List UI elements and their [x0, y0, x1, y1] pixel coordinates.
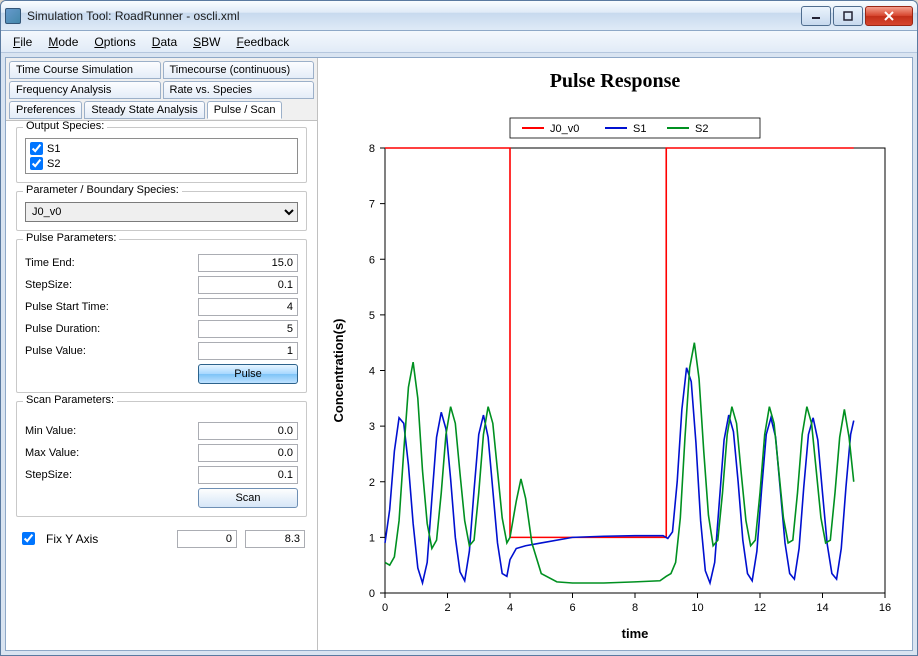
group-param-boundary: Parameter / Boundary Species: J0_v0	[16, 191, 307, 231]
group-pulse-params: Pulse Parameters: Time End: StepSize: Pu…	[16, 239, 307, 393]
chart-area: Pulse Response 0246810121416012345678tim…	[318, 58, 912, 650]
output-species-label: Output Species:	[23, 121, 107, 132]
scan-params-label: Scan Parameters:	[23, 394, 117, 406]
pulse-start-label: Pulse Start Time:	[25, 301, 109, 313]
menu-options[interactable]: Options	[88, 33, 141, 51]
scan-step-input[interactable]	[198, 466, 298, 484]
svg-text:10: 10	[691, 602, 703, 614]
pulse-duration-label: Pulse Duration:	[25, 323, 100, 335]
min-value-label: Min Value:	[25, 425, 76, 437]
app-window: Simulation Tool: RoadRunner - oscli.xml …	[0, 0, 918, 656]
svg-text:2: 2	[369, 477, 375, 489]
param-boundary-select[interactable]: J0_v0	[25, 202, 298, 222]
svg-text:4: 4	[507, 602, 513, 614]
app-icon	[5, 8, 21, 24]
content-area: Time Course Simulation Timecourse (conti…	[5, 57, 913, 651]
checkbox-s2[interactable]	[30, 157, 43, 170]
svg-text:14: 14	[816, 602, 828, 614]
maximize-button[interactable]	[833, 6, 863, 26]
scan-button[interactable]: Scan	[198, 488, 298, 508]
fix-y-checkbox[interactable]	[22, 532, 35, 545]
svg-text:6: 6	[569, 602, 575, 614]
chart-title: Pulse Response	[318, 70, 912, 93]
minimize-button[interactable]	[801, 6, 831, 26]
svg-text:2: 2	[444, 602, 450, 614]
tab-pulse-scan[interactable]: Pulse / Scan	[207, 101, 283, 119]
svg-text:16: 16	[879, 602, 891, 614]
panel-body: Output Species: S1 S2 Parameter / Bounda…	[6, 121, 317, 650]
max-value-label: Max Value:	[25, 447, 79, 459]
fix-y-min[interactable]	[177, 530, 237, 548]
tab-steady-state[interactable]: Steady State Analysis	[84, 101, 204, 119]
menu-data[interactable]: Data	[146, 33, 183, 51]
svg-text:8: 8	[369, 143, 375, 155]
max-value-input[interactable]	[198, 444, 298, 462]
svg-text:3: 3	[369, 421, 375, 433]
tab-preferences[interactable]: Preferences	[9, 101, 82, 119]
svg-text:4: 4	[369, 366, 375, 378]
menubar: File Mode Options Data SBW Feedback	[1, 31, 917, 53]
fix-y-axis-row: Fix Y Axis	[16, 525, 307, 550]
scan-step-label: StepSize:	[25, 469, 72, 481]
output-species-list[interactable]: S1 S2	[25, 138, 298, 174]
svg-text:J0_v0: J0_v0	[550, 123, 579, 135]
menu-file[interactable]: File	[7, 33, 38, 51]
tab-rate-vs-species[interactable]: Rate vs. Species	[163, 81, 315, 99]
svg-text:12: 12	[754, 602, 766, 614]
svg-text:0: 0	[369, 588, 375, 600]
checkbox-s1[interactable]	[30, 142, 43, 155]
svg-text:7: 7	[369, 199, 375, 211]
pulse-button[interactable]: Pulse	[198, 364, 298, 384]
stepsize-label: StepSize:	[25, 279, 72, 291]
titlebar[interactable]: Simulation Tool: RoadRunner - oscli.xml	[1, 1, 917, 31]
svg-text:0: 0	[382, 602, 388, 614]
fix-y-label: Fix Y Axis	[46, 532, 98, 546]
svg-text:S1: S1	[633, 123, 646, 135]
pulse-duration-input[interactable]	[198, 320, 298, 338]
left-panel: Time Course Simulation Timecourse (conti…	[6, 58, 318, 650]
tab-control: Time Course Simulation Timecourse (conti…	[6, 58, 317, 121]
menu-sbw[interactable]: SBW	[187, 33, 226, 51]
chart-svg: 0246810121416012345678timeConcentration(…	[325, 93, 905, 648]
svg-text:time: time	[622, 626, 649, 641]
svg-text:6: 6	[369, 254, 375, 266]
time-end-input[interactable]	[198, 254, 298, 272]
close-button[interactable]	[865, 6, 913, 26]
svg-text:5: 5	[369, 310, 375, 322]
tab-timecourse-continuous[interactable]: Timecourse (continuous)	[163, 61, 315, 79]
stepsize-input[interactable]	[198, 276, 298, 294]
tab-frequency-analysis[interactable]: Frequency Analysis	[9, 81, 161, 99]
svg-text:8: 8	[632, 602, 638, 614]
tab-time-course[interactable]: Time Course Simulation	[9, 61, 161, 79]
pulse-start-input[interactable]	[198, 298, 298, 316]
species-s1[interactable]: S1	[28, 141, 295, 156]
group-scan-params: Scan Parameters: Min Value: Max Value: S…	[16, 401, 307, 517]
pulse-value-input[interactable]	[198, 342, 298, 360]
param-boundary-label: Parameter / Boundary Species:	[23, 184, 182, 196]
species-s2[interactable]: S2	[28, 156, 295, 171]
menu-mode[interactable]: Mode	[42, 33, 84, 51]
fix-y-max[interactable]	[245, 530, 305, 548]
svg-text:1: 1	[369, 532, 375, 544]
group-output-species: Output Species: S1 S2	[16, 127, 307, 183]
min-value-input[interactable]	[198, 422, 298, 440]
menu-feedback[interactable]: Feedback	[230, 33, 295, 51]
time-end-label: Time End:	[25, 257, 75, 269]
svg-text:S2: S2	[695, 123, 708, 135]
pulse-params-label: Pulse Parameters:	[23, 232, 119, 244]
window-title: Simulation Tool: RoadRunner - oscli.xml	[27, 9, 801, 23]
svg-text:Concentration(s): Concentration(s)	[331, 319, 346, 423]
pulse-value-label: Pulse Value:	[25, 345, 86, 357]
